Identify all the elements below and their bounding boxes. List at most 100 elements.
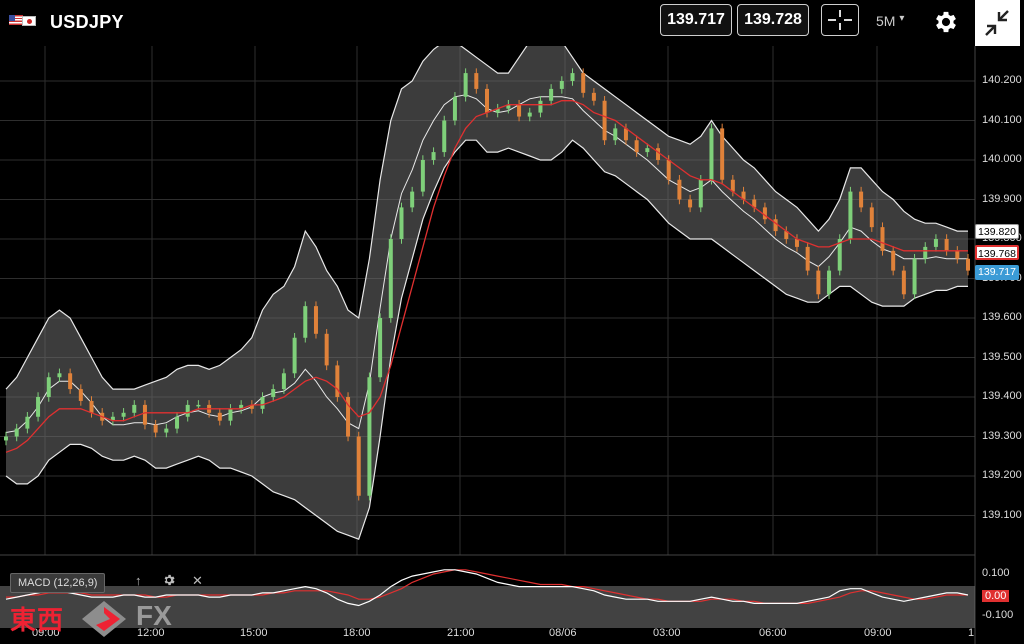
candle-body <box>46 377 51 397</box>
candle-body <box>901 270 906 295</box>
macd-axis-tick: 0.00 <box>982 590 1010 602</box>
gear-icon[interactable] <box>162 573 176 590</box>
price-axis-tick: 139.900 <box>982 192 1022 205</box>
price-axis-tick: 139.100 <box>982 508 1022 521</box>
timeframe-dropdown[interactable]: 5M ▾ <box>876 13 904 29</box>
price-axis-tick: 140.100 <box>982 113 1022 126</box>
candle-body <box>485 88 489 113</box>
japan-flag-icon <box>22 16 36 26</box>
candle-body <box>164 428 169 433</box>
candle-body <box>816 270 821 295</box>
time-axis-tick: 03:00 <box>653 627 681 639</box>
macd-axis-tick: 0.100 <box>982 567 1010 579</box>
candle-body <box>570 73 575 81</box>
candle-body <box>634 140 639 153</box>
candle-body <box>474 73 479 89</box>
bid-price-button[interactable]: 139.717 <box>660 4 732 36</box>
candle-body <box>656 148 661 160</box>
candle-body <box>271 389 276 397</box>
candle-body <box>4 436 8 441</box>
candle-body <box>517 104 522 117</box>
candle-body <box>848 191 853 239</box>
candle-body <box>581 73 586 93</box>
chevron-down-icon: ▾ <box>899 13 905 24</box>
candle-body <box>57 373 62 378</box>
symbol-title[interactable]: USDJPY <box>50 12 124 33</box>
candle-body <box>175 416 180 429</box>
price-axis-tick: 139.600 <box>982 311 1022 323</box>
candle-body <box>399 207 404 239</box>
candle-body <box>688 199 693 208</box>
candle-body <box>324 333 329 366</box>
candle-body <box>420 160 425 192</box>
candle-body <box>142 404 147 425</box>
macd-axis-tick: -0.100 <box>982 609 1014 621</box>
collapse-button[interactable] <box>975 0 1020 46</box>
price-axis-tick: 139.200 <box>982 469 1022 481</box>
candle-body <box>709 128 714 180</box>
candle-body <box>602 100 607 141</box>
candle-body <box>869 207 874 228</box>
candle-body <box>68 373 73 390</box>
price-axis-tick: 139.300 <box>982 429 1022 442</box>
candle-body <box>966 258 970 271</box>
watermark-fx: FX <box>136 600 172 631</box>
candle-body <box>442 120 447 153</box>
price-axis-tick: 139.500 <box>982 350 1022 363</box>
candle-body <box>367 377 372 496</box>
candle-body <box>773 219 778 232</box>
macd-indicator-label[interactable]: MACD (12,26,9) <box>10 573 106 593</box>
candle-body <box>645 148 650 153</box>
candle-body <box>955 250 960 259</box>
ma-price-tag: 139.768 <box>975 245 1019 260</box>
watermark-kanji: 東西 <box>10 605 65 635</box>
candle-body <box>805 246 810 271</box>
candle-body <box>538 100 543 113</box>
crosshair-icon <box>828 10 852 30</box>
candle-body <box>132 404 137 413</box>
candle-body <box>591 92 596 101</box>
candle-body <box>933 239 938 247</box>
candle-body <box>313 306 318 334</box>
price-axis-tick: 139.400 <box>982 390 1022 402</box>
candle-body <box>185 404 190 417</box>
candle-body <box>260 397 265 409</box>
candle-body <box>677 179 682 200</box>
upper-band-price-tag: 139.820 <box>975 224 1019 239</box>
candle-body <box>923 246 928 259</box>
candle-body <box>196 404 201 407</box>
time-axis-tick: 06:00 <box>759 627 787 639</box>
timeframe-value: 5M <box>876 13 896 29</box>
price-axis-tick: 140.200 <box>982 74 1022 86</box>
move-up-icon[interactable]: ↑ <box>135 573 142 588</box>
us-flag-icon <box>9 15 23 25</box>
candle-body <box>549 88 554 101</box>
candle-body <box>891 250 896 271</box>
candle-body <box>527 112 532 117</box>
time-axis-tick: 21:00 <box>447 627 475 639</box>
crosshair-button[interactable] <box>821 4 859 36</box>
candle-body <box>281 373 286 390</box>
candle-body <box>153 424 158 433</box>
candle-body <box>559 81 564 89</box>
ask-price-button[interactable]: 139.728 <box>737 4 809 36</box>
candle-body <box>36 397 41 417</box>
bollinger-band-fill <box>6 46 968 540</box>
candle-body <box>228 408 233 421</box>
brand-watermark: 東西 FX <box>10 597 220 637</box>
candle-body <box>14 428 19 437</box>
candle-body <box>121 412 126 417</box>
time-axis-tick: 08/06 <box>549 627 577 639</box>
candle-body <box>944 239 949 251</box>
candle-body <box>762 207 767 220</box>
candle-body <box>880 227 885 251</box>
candle-body <box>303 306 308 338</box>
candle-body <box>78 389 83 401</box>
close-icon[interactable]: ✕ <box>192 573 203 589</box>
gear-icon[interactable] <box>932 8 960 36</box>
price-axis-tick: 140.000 <box>982 153 1022 165</box>
last-price-tag: 139.717 <box>975 265 1019 280</box>
candle-body <box>431 152 436 160</box>
time-axis-tick: 18:00 <box>343 627 371 639</box>
candle-body <box>463 73 468 97</box>
